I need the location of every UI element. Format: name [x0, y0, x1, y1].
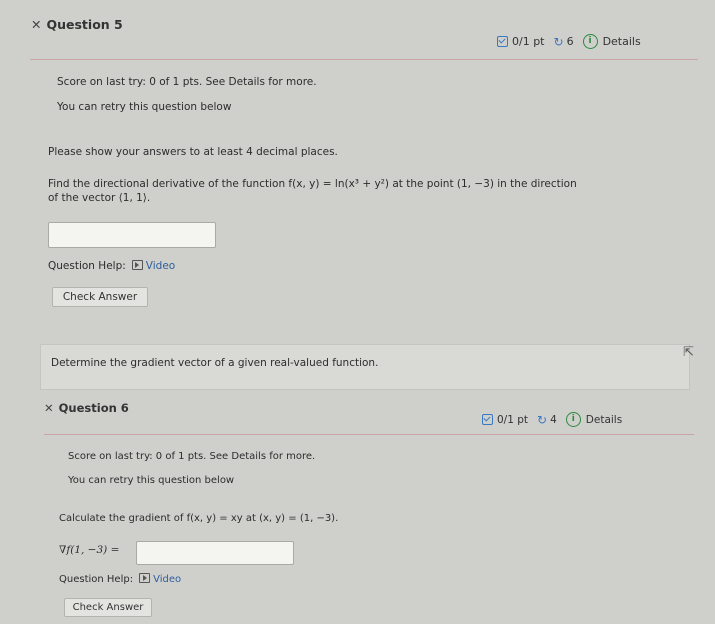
score-points: 0/1 pt [497, 413, 529, 426]
answer-input[interactable] [48, 222, 216, 248]
score-last-try: Score on last try: 0 of 1 pts. See Detai… [68, 451, 316, 462]
video-link[interactable]: Video [146, 260, 175, 272]
retry-note: You can retry this question below [68, 475, 235, 486]
info-icon[interactable]: i [582, 34, 598, 49]
question-6-title[interactable]: ✕ Question 6 [44, 401, 129, 415]
retry-count: 4 [550, 413, 557, 426]
question-6-header-info: 0/1 pt ↻ 4 i Details [482, 412, 622, 427]
cursor-icon: ⇱ [683, 345, 694, 360]
instruction-text: Please show your answers to at least 4 d… [48, 146, 338, 158]
header-separator [30, 59, 698, 60]
details-link[interactable]: Details [586, 414, 622, 426]
learning-objective-box: Determine the gradient vector of a given… [40, 344, 690, 390]
objective-text: Determine the gradient vector of a given… [51, 357, 379, 369]
checkbox-icon [482, 414, 493, 425]
gradient-label: ∇f(1, −3) = [59, 544, 120, 556]
checkbox-icon [497, 36, 508, 47]
question-5-title[interactable]: ✕ Question 5 [31, 17, 123, 32]
retry-count: 6 [566, 35, 574, 48]
video-icon [131, 260, 143, 270]
question-prompt-line2: of the vector ⟨1, 1⟩. [48, 192, 151, 204]
score-points: 0/1 pt [512, 35, 545, 48]
question-5-header-info: 0/1 pt ↻ 6 i Details [497, 34, 641, 49]
details-link[interactable]: Details [603, 35, 641, 48]
info-icon[interactable]: i [565, 412, 581, 427]
retry-icon: ↻ [537, 412, 548, 427]
close-x-icon: ✕ [44, 401, 54, 415]
question-prompt: Calculate the gradient of f(x, y) = xy a… [59, 513, 339, 524]
score-last-try: Score on last try: 0 of 1 pts. See Detai… [57, 76, 317, 88]
question-help: Question Help: Video [59, 573, 182, 585]
question-prompt-line1: Find the directional derivative of the f… [48, 178, 577, 190]
video-icon [139, 573, 151, 583]
question-help: Question Help: Video [48, 260, 176, 272]
retry-icon: ↻ [553, 34, 564, 49]
check-answer-button[interactable]: Check Answer [52, 287, 148, 307]
check-answer-button[interactable]: Check Answer [64, 598, 152, 617]
header-separator [44, 434, 694, 435]
close-x-icon: ✕ [31, 17, 42, 32]
retry-note: You can retry this question below [57, 101, 232, 113]
gradient-answer-input[interactable] [136, 541, 294, 565]
video-link[interactable]: Video [153, 574, 181, 585]
